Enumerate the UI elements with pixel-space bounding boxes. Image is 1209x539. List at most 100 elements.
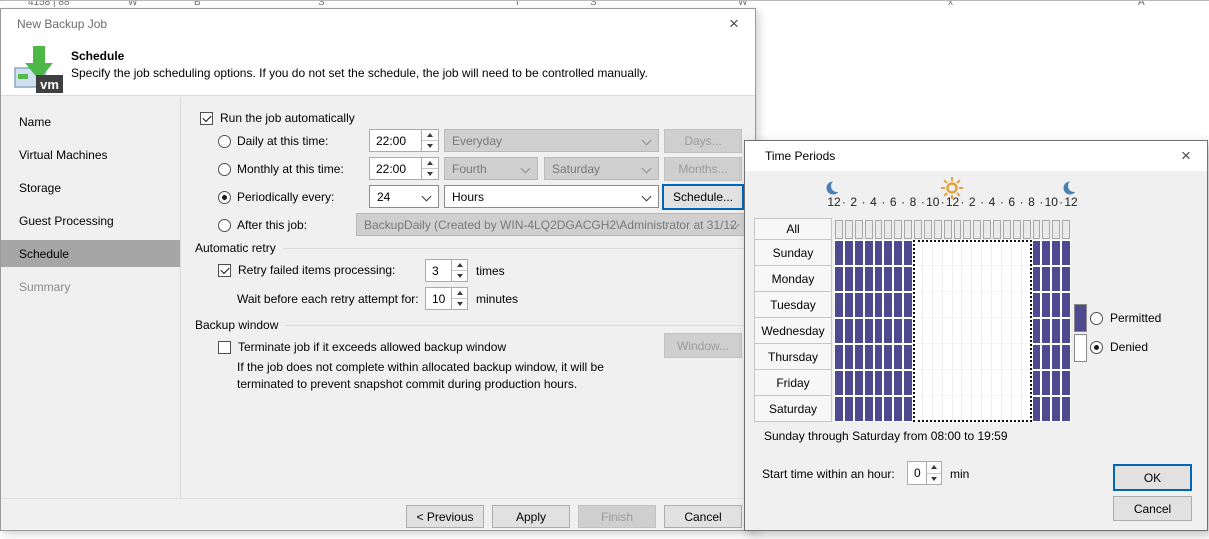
grid-cell[interactable] [855, 371, 863, 395]
after-job-radio[interactable] [218, 219, 231, 232]
monthly-time-field[interactable]: 22:00 [369, 157, 439, 180]
grid-cell[interactable] [953, 344, 963, 370]
hour-column-selector[interactable] [993, 220, 1001, 239]
run-automatically-checkbox[interactable] [200, 112, 213, 125]
grid-cell[interactable] [865, 293, 873, 317]
spin-up-button[interactable] [422, 130, 438, 140]
spin-down-button[interactable] [422, 140, 438, 151]
hour-column-selector[interactable] [855, 220, 863, 239]
grid-cell[interactable] [865, 397, 873, 421]
hour-column-selector[interactable] [954, 220, 962, 239]
grid-cell[interactable] [845, 345, 853, 369]
grid-cell[interactable] [913, 240, 923, 266]
grid-cell[interactable] [875, 397, 883, 421]
wait-minutes-field[interactable]: 10 [425, 287, 468, 310]
grid-cell[interactable] [835, 319, 843, 343]
grid-cell[interactable] [845, 241, 853, 265]
grid-cell[interactable] [904, 345, 912, 369]
grid-cell[interactable] [1033, 371, 1041, 395]
grid-cell[interactable] [1002, 396, 1012, 422]
grid-cell[interactable] [1052, 267, 1060, 291]
grid-cell[interactable] [982, 344, 992, 370]
grid-cell[interactable] [1062, 371, 1070, 395]
grid-cell[interactable] [972, 318, 982, 344]
grid-cell[interactable] [894, 371, 902, 395]
daily-option[interactable]: Daily at this time: [218, 134, 328, 148]
grid-cell[interactable] [943, 318, 953, 344]
grid-cell[interactable] [904, 267, 912, 291]
grid-cell[interactable] [875, 371, 883, 395]
hour-column-selector[interactable] [875, 220, 883, 239]
sidebar-item-virtual-machines[interactable]: Virtual Machines [1, 138, 180, 171]
grid-cell[interactable] [1052, 371, 1060, 395]
grid-cell[interactable] [865, 371, 873, 395]
grid-cell[interactable] [845, 267, 853, 291]
grid-cell[interactable] [855, 293, 863, 317]
grid-cell[interactable] [894, 319, 902, 343]
grid-cell[interactable] [1052, 397, 1060, 421]
sidebar-item-name[interactable]: Name [1, 105, 180, 138]
terminate-option[interactable]: Terminate job if it exceeds allowed back… [218, 340, 506, 354]
previous-button[interactable]: < Previous [406, 505, 484, 528]
grid-cell[interactable] [865, 267, 873, 291]
grid-cell[interactable] [1012, 266, 1022, 292]
grid-cell[interactable] [1022, 266, 1032, 292]
grid-cell[interactable] [943, 240, 953, 266]
grid-cell[interactable] [982, 318, 992, 344]
grid-cell[interactable] [884, 397, 892, 421]
grid-cell[interactable] [943, 370, 953, 396]
grid-cell[interactable] [855, 397, 863, 421]
grid-cell[interactable] [1002, 370, 1012, 396]
hour-column-selector[interactable] [1042, 220, 1050, 239]
grid-cell[interactable] [953, 396, 963, 422]
denied-radio[interactable] [1090, 341, 1103, 354]
grid-cell[interactable] [913, 292, 923, 318]
grid-cell[interactable] [913, 396, 923, 422]
grid-cell[interactable] [904, 241, 912, 265]
grid-cell[interactable] [865, 319, 873, 343]
after-job-option[interactable]: After this job: [218, 218, 307, 232]
grid-cell[interactable] [1012, 370, 1022, 396]
grid-cell[interactable] [1062, 293, 1070, 317]
grid-cell[interactable] [972, 292, 982, 318]
grid-cell[interactable] [962, 396, 972, 422]
grid-cell[interactable] [962, 266, 972, 292]
grid-cell[interactable] [982, 240, 992, 266]
permitted-radio[interactable] [1090, 312, 1103, 325]
grid-cell[interactable] [913, 344, 923, 370]
grid-cell[interactable] [1042, 241, 1050, 265]
denied-option[interactable]: Denied [1090, 340, 1148, 354]
grid-cell[interactable] [1022, 396, 1032, 422]
grid-cell[interactable] [884, 267, 892, 291]
grid-cell[interactable] [875, 319, 883, 343]
grid-cell[interactable] [953, 266, 963, 292]
grid-cell[interactable] [913, 266, 923, 292]
hour-column-selector[interactable] [835, 220, 843, 239]
grid-cell[interactable] [982, 266, 992, 292]
grid-cell[interactable] [982, 370, 992, 396]
grid-cell[interactable] [933, 318, 943, 344]
grid-cell[interactable] [943, 266, 953, 292]
grid-cell[interactable] [1033, 241, 1041, 265]
spin-down-button[interactable] [452, 270, 467, 281]
hour-column-selector[interactable] [924, 220, 932, 239]
grid-cell[interactable] [884, 293, 892, 317]
grid-cell[interactable] [1033, 345, 1041, 369]
grid-cell[interactable] [972, 370, 982, 396]
cancel-button[interactable]: Cancel [664, 505, 742, 528]
monthly-radio[interactable] [218, 163, 231, 176]
grid-cell[interactable] [845, 319, 853, 343]
grid-cell[interactable] [865, 345, 873, 369]
period-unit-dropdown[interactable]: Hours [444, 185, 659, 208]
grid-cell[interactable] [1002, 240, 1012, 266]
grid-cell[interactable] [894, 293, 902, 317]
grid-cell[interactable] [1052, 293, 1060, 317]
hour-column-selector[interactable] [894, 220, 902, 239]
grid-cell[interactable] [1062, 319, 1070, 343]
grid-cell[interactable] [953, 370, 963, 396]
start-time-field[interactable]: 0 [907, 461, 942, 485]
grid-cell[interactable] [1033, 319, 1041, 343]
grid-cell[interactable] [1062, 397, 1070, 421]
grid-cell[interactable] [972, 344, 982, 370]
permitted-option[interactable]: Permitted [1090, 311, 1161, 325]
